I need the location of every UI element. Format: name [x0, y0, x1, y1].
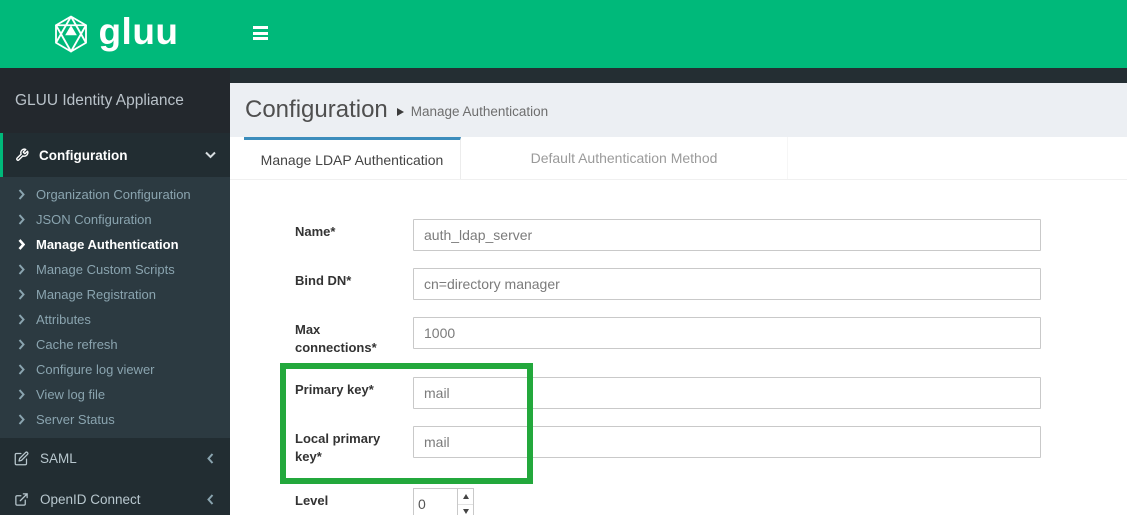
tab-default-authentication-method[interactable]: Default Authentication Method — [461, 137, 788, 179]
sidebar-item-organization-configuration[interactable]: Organization Configuration — [0, 182, 230, 207]
submenu-label: Manage Registration — [36, 287, 156, 302]
angle-right-icon — [18, 314, 25, 325]
main-area: Configuration Manage Authentication Mana… — [230, 0, 1127, 515]
primary-key-field[interactable] — [413, 377, 1041, 409]
sidebar-toggle-button[interactable] — [253, 26, 268, 43]
submenu-label: Server Status — [36, 412, 115, 427]
brand-logo[interactable]: gluu — [0, 0, 230, 68]
level-label: Level — [295, 493, 329, 508]
form-row-primary-key: Primary key* — [295, 377, 1127, 426]
sidebar-item-label: SAML — [40, 451, 77, 466]
submenu-label: Organization Configuration — [36, 187, 191, 202]
triangle-down-icon — [462, 509, 469, 515]
sidebar-item-cache-refresh[interactable]: Cache refresh — [0, 332, 230, 357]
local-primary-key-label: Local primary key* — [295, 431, 381, 464]
sidebar-item-json-configuration[interactable]: JSON Configuration — [0, 207, 230, 232]
submenu-label: Attributes — [36, 312, 91, 327]
tab-bar: Manage LDAP Authentication Default Authe… — [230, 137, 1127, 180]
angle-right-icon — [18, 239, 25, 250]
tab-manage-ldap-authentication[interactable]: Manage LDAP Authentication — [244, 137, 461, 179]
submenu-label: Configure log viewer — [36, 362, 155, 377]
form-row-local-primary-key: Local primary key* — [295, 426, 1127, 488]
header-divider — [230, 68, 1127, 83]
sidebar-item-configuration[interactable]: Configuration — [0, 133, 230, 177]
spinner-up-button[interactable] — [458, 489, 473, 505]
wrench-icon — [15, 148, 29, 162]
brand-logo-text: gluu — [98, 10, 179, 52]
gluu-polyhedron-icon — [51, 13, 91, 55]
level-spinner-buttons — [457, 488, 474, 515]
level-field[interactable] — [413, 488, 457, 515]
angle-right-icon — [18, 189, 25, 200]
angle-right-icon — [18, 389, 25, 400]
sidebar-item-label: OpenID Connect — [40, 492, 141, 507]
bind-dn-field[interactable] — [413, 268, 1041, 300]
chevron-down-icon — [205, 151, 216, 159]
ldap-authentication-form: Name* Bind DN* Max connections* Primary … — [230, 180, 1127, 515]
breadcrumb: Configuration Manage Authentication — [230, 83, 1127, 137]
chevron-left-icon — [207, 453, 214, 464]
name-label: Name* — [295, 224, 336, 239]
submenu-label: Manage Custom Scripts — [36, 262, 175, 277]
submenu-label: Manage Authentication — [36, 237, 179, 252]
angle-right-icon — [18, 364, 25, 375]
content-panel: Manage LDAP Authentication Default Authe… — [230, 137, 1127, 515]
sidebar-item-saml[interactable]: SAML — [0, 438, 230, 479]
form-row-name: Name* — [295, 219, 1127, 268]
top-navbar — [230, 0, 1127, 68]
bind-dn-label: Bind DN* — [295, 273, 352, 288]
name-field[interactable] — [413, 219, 1041, 251]
angle-right-icon — [18, 214, 25, 225]
submenu-label: JSON Configuration — [36, 212, 152, 227]
submenu-label: View log file — [36, 387, 106, 402]
spinner-down-button[interactable] — [458, 505, 473, 515]
primary-key-label: Primary key* — [295, 382, 374, 397]
sidebar-item-openid-connect[interactable]: OpenID Connect — [0, 479, 230, 515]
sidebar: gluu GLUU Identity Appliance Configurati… — [0, 0, 230, 515]
level-spinner — [413, 488, 474, 515]
max-connections-field[interactable] — [413, 317, 1041, 349]
form-row-level: Level — [295, 488, 1127, 515]
chevron-left-icon — [207, 494, 214, 505]
max-connections-label: Max connections* — [295, 322, 377, 355]
appliance-title: GLUU Identity Appliance — [0, 68, 230, 133]
page-title: Configuration — [245, 96, 388, 123]
sidebar-section-label: Configuration — [39, 147, 128, 163]
angle-right-icon — [18, 414, 25, 425]
submenu-label: Cache refresh — [36, 337, 118, 352]
sidebar-item-manage-custom-scripts[interactable]: Manage Custom Scripts — [0, 257, 230, 282]
angle-right-icon — [18, 339, 25, 350]
angle-right-icon — [18, 264, 25, 275]
breadcrumb-caret-icon — [396, 107, 404, 116]
hamburger-icon — [253, 26, 268, 29]
sidebar-item-attributes[interactable]: Attributes — [0, 307, 230, 332]
angle-right-icon — [18, 289, 25, 300]
form-row-max-connections: Max connections* — [295, 317, 1127, 377]
form-row-bind-dn: Bind DN* — [295, 268, 1127, 317]
pencil-square-icon — [14, 451, 29, 466]
sidebar-item-manage-authentication[interactable]: Manage Authentication — [0, 232, 230, 257]
breadcrumb-page: Manage Authentication — [410, 104, 549, 119]
sidebar-item-view-log-file[interactable]: View log file — [0, 382, 230, 407]
sidebar-item-configure-log-viewer[interactable]: Configure log viewer — [0, 357, 230, 382]
sidebar-item-server-status[interactable]: Server Status — [0, 407, 230, 432]
configuration-submenu: Organization Configuration JSON Configur… — [0, 177, 230, 438]
external-link-icon — [14, 492, 29, 507]
sidebar-item-manage-registration[interactable]: Manage Registration — [0, 282, 230, 307]
triangle-up-icon — [462, 493, 469, 499]
local-primary-key-field[interactable] — [413, 426, 1041, 458]
